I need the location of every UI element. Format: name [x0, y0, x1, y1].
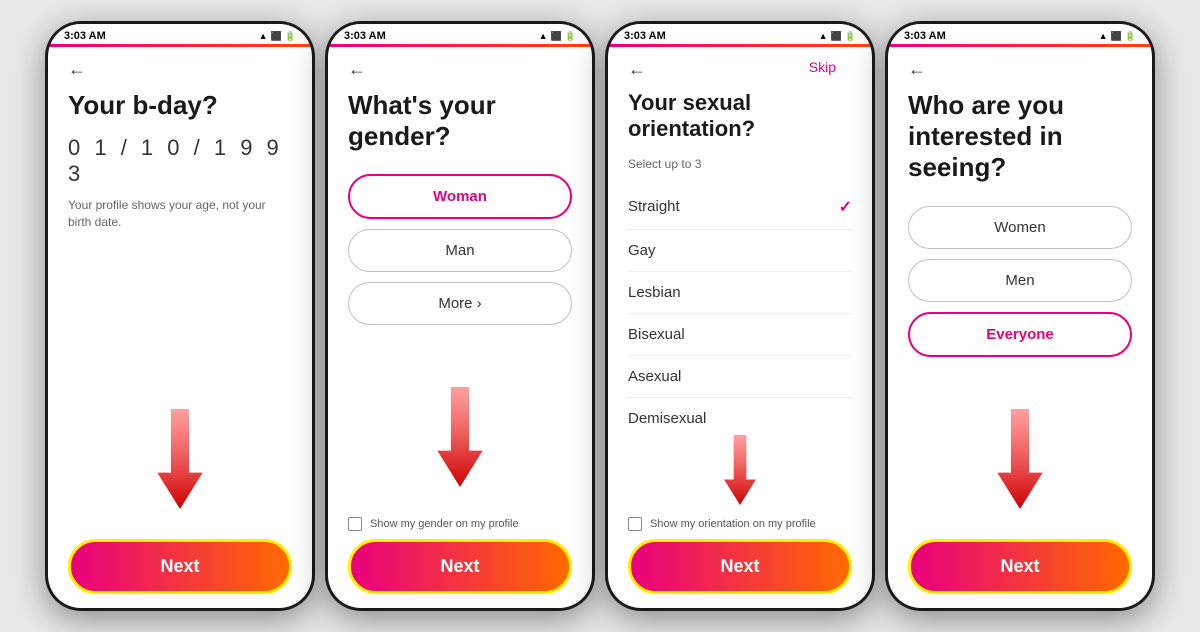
next-button-3[interactable]: Next [628, 539, 852, 594]
arrow-area-1 [68, 231, 292, 519]
status-icons-2: ▲ ⬛ 🔋 [539, 31, 576, 42]
orientation-demisexual-label: Demisexual [628, 410, 706, 427]
orientation-gay-label: Gay [628, 242, 656, 259]
orientation-checkbox-label: Show my orientation on my profile [650, 518, 816, 530]
gender-woman-btn[interactable]: Woman [348, 174, 572, 219]
phone-gender: 3:03 AM ▲ ⬛ 🔋 ← What's your gender? Woma… [325, 21, 595, 611]
orientation-asexual[interactable]: Asexual [628, 356, 852, 398]
skip-button[interactable]: Skip [809, 59, 836, 75]
arrow-area-4 [908, 357, 1132, 519]
arrow-down-1 [150, 409, 210, 509]
bottom-area-3: Show my orientation on my profile Next [608, 509, 872, 608]
back-button-1[interactable]: ← [68, 59, 86, 80]
time-1: 3:03 AM [64, 30, 106, 42]
signal-icon-3: ⬛ [831, 31, 842, 42]
interest-everyone-btn[interactable]: Everyone [908, 312, 1132, 357]
gender-checkbox-label: Show my gender on my profile [370, 518, 519, 530]
screen-2: ← What's your gender? Woman Man More › [328, 47, 592, 509]
back-button-3[interactable]: ← [628, 59, 646, 80]
arrow-area-2 [348, 325, 572, 497]
next-button-1[interactable]: Next [68, 539, 292, 594]
title-4: Who are you interested in seeing? [908, 90, 1132, 184]
signal-icon: ⬛ [271, 31, 282, 42]
arrow-down-2 [430, 387, 490, 487]
gender-options: Woman Man More › [348, 174, 572, 325]
orientation-bisexual-label: Bisexual [628, 326, 685, 343]
next-button-2[interactable]: Next [348, 539, 572, 594]
phones-container: 3:03 AM ▲ ⬛ 🔋 ← Your b-day? 0 1 / 1 0 / … [35, 11, 1165, 621]
status-icons-4: ▲ ⬛ 🔋 [1099, 31, 1136, 42]
orientation-list: Straight ✓ Gay Lesbian Bisexual Asexual [628, 185, 852, 431]
orientation-straight-label: Straight [628, 198, 680, 215]
signal-icon-4: ⬛ [1111, 31, 1122, 42]
bday-date: 0 1 / 1 0 / 1 9 9 3 [68, 135, 292, 187]
wifi-icon: ▲ [259, 31, 268, 41]
status-icons-3: ▲ ⬛ 🔋 [819, 31, 856, 42]
interest-options: Women Men Everyone [908, 206, 1132, 357]
gender-more-btn[interactable]: More › [348, 282, 572, 325]
orientation-checkbox-row: Show my orientation on my profile [628, 517, 852, 531]
bottom-area-4: Next [888, 531, 1152, 608]
screen-1: ← Your b-day? 0 1 / 1 0 / 1 9 9 3 Your p… [48, 47, 312, 531]
arrow-down-4 [990, 409, 1050, 509]
orientation-demisexual[interactable]: Demisexual [628, 398, 852, 431]
title-1: Your b-day? [68, 90, 292, 121]
orientation-asexual-label: Asexual [628, 368, 681, 385]
status-icons-1: ▲ ⬛ 🔋 [259, 31, 296, 42]
orientation-bisexual[interactable]: Bisexual [628, 314, 852, 356]
bottom-area-1: Next [48, 531, 312, 608]
interest-women-btn[interactable]: Women [908, 206, 1132, 249]
arrow-down-3 [715, 435, 765, 505]
arrow-area-3 [628, 431, 852, 509]
back-button-4[interactable]: ← [908, 59, 926, 80]
interest-men-btn[interactable]: Men [908, 259, 1132, 302]
screen-3: ← Skip Your sexual orientation? Select u… [608, 47, 872, 509]
wifi-icon-2: ▲ [539, 31, 548, 41]
time-2: 3:03 AM [344, 30, 386, 42]
straight-check: ✓ [839, 197, 852, 217]
signal-icon-2: ⬛ [551, 31, 562, 42]
status-bar-3: 3:03 AM ▲ ⬛ 🔋 [608, 24, 872, 44]
time-4: 3:03 AM [904, 30, 946, 42]
top-nav-3: ← Skip [628, 59, 852, 80]
orientation-straight[interactable]: Straight ✓ [628, 185, 852, 230]
wifi-icon-4: ▲ [1099, 31, 1108, 41]
status-bar-2: 3:03 AM ▲ ⬛ 🔋 [328, 24, 592, 44]
battery-icon-4: 🔋 [1125, 31, 1136, 42]
back-button-2[interactable]: ← [348, 59, 366, 80]
gender-checkbox[interactable] [348, 517, 362, 531]
battery-icon: 🔋 [285, 31, 296, 42]
time-3: 3:03 AM [624, 30, 666, 42]
phone-interest: 3:03 AM ▲ ⬛ 🔋 ← Who are you interested i… [885, 21, 1155, 611]
battery-icon-3: 🔋 [845, 31, 856, 42]
gender-man-btn[interactable]: Man [348, 229, 572, 272]
wifi-icon-3: ▲ [819, 31, 828, 41]
phone-orientation: 3:03 AM ▲ ⬛ 🔋 ← Skip Your sexual orienta… [605, 21, 875, 611]
battery-icon-2: 🔋 [565, 31, 576, 42]
screen-4: ← Who are you interested in seeing? Wome… [888, 47, 1152, 531]
orientation-lesbian[interactable]: Lesbian [628, 272, 852, 314]
orientation-lesbian-label: Lesbian [628, 284, 681, 301]
gender-checkbox-row: Show my gender on my profile [348, 517, 572, 531]
status-bar-4: 3:03 AM ▲ ⬛ 🔋 [888, 24, 1152, 44]
bottom-area-2: Show my gender on my profile Next [328, 509, 592, 608]
bday-note: Your profile shows your age, not your bi… [68, 197, 292, 231]
next-button-4[interactable]: Next [908, 539, 1132, 594]
phone-bday: 3:03 AM ▲ ⬛ 🔋 ← Your b-day? 0 1 / 1 0 / … [45, 21, 315, 611]
orientation-checkbox[interactable] [628, 517, 642, 531]
orientation-gay[interactable]: Gay [628, 230, 852, 272]
orientation-subtitle: Select up to 3 [628, 157, 852, 171]
status-bar-1: 3:03 AM ▲ ⬛ 🔋 [48, 24, 312, 44]
title-3: Your sexual orientation? [628, 90, 852, 143]
title-2: What's your gender? [348, 90, 572, 152]
